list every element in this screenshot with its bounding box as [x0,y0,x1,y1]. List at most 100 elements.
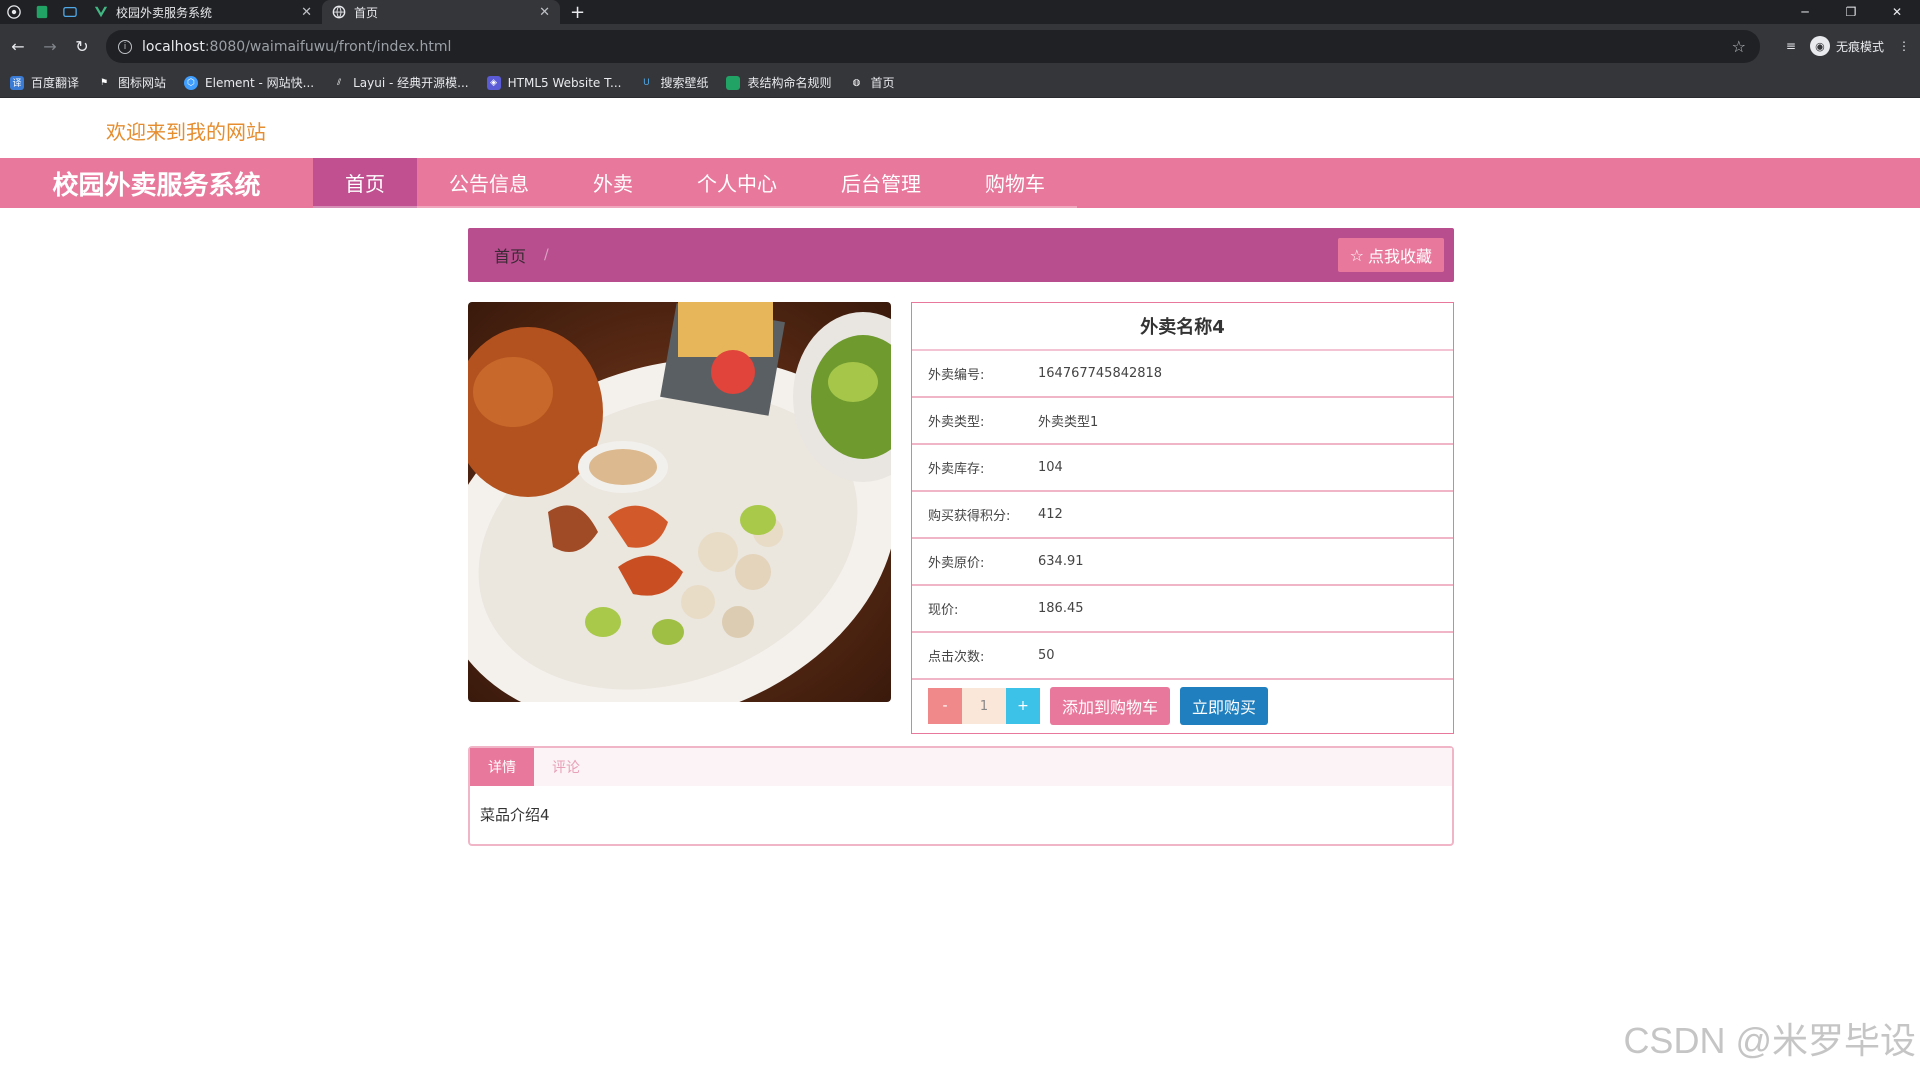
detail-row: 现价: 186.45 [912,586,1453,633]
detail-row: 外卖原价: 634.91 [912,539,1453,586]
browser-toolbar: ← → ↻ i localhost :8080/waimaifuwu/front… [0,24,1920,68]
bookmark-label: Element - 网站快... [205,76,315,90]
detail-row: 点击次数: 50 [912,633,1453,680]
row-label: 外卖库存: [928,462,985,477]
row-value: 186.45 [1038,601,1084,616]
globe-icon [332,5,346,19]
bookmark-label: 百度翻译 [31,76,80,90]
close-tab-icon[interactable]: ✕ [301,5,312,20]
browser-tab-bar: 校园外卖服务系统 ✕ 首页 ✕ + ─ ❐ ✕ [0,0,1920,24]
incognito-label: 无痕模式 [1835,39,1884,54]
nav-announcements[interactable]: 公告信息 [417,158,561,208]
element-logo-icon: ⬡ [184,75,199,90]
decrement-button[interactable]: - [928,688,962,724]
site-info-icon[interactable]: i [118,39,132,54]
close-window-icon[interactable]: ✕ [1874,0,1920,24]
main-nav: 校园外卖服务系统 首页 公告信息 外卖 个人中心 后台管理 购物车 [0,158,1920,208]
reload-icon[interactable]: ↻ [66,30,98,62]
bookmark-label: 搜索壁纸 [660,76,709,90]
breadcrumb-home[interactable]: 首页 [494,243,526,267]
tab-comments[interactable]: 评论 [534,748,598,786]
breadcrumb-separator: / [544,247,549,263]
new-tab-plus-icon[interactable]: + [570,2,585,23]
tab-campus-takeout[interactable]: 校园外卖服务系统 ✕ [84,0,322,24]
bookmark-label: 图标网站 [118,76,167,90]
flag-icon: ⚑ [99,77,109,88]
row-label: 外卖类型: [928,415,985,430]
more-menu-icon[interactable]: ⋮ [1898,39,1910,53]
detail-row: 购买获得积分: 412 [912,492,1453,539]
detail-row: 外卖库存: 104 [912,445,1453,492]
bookmark-item[interactable]: 表结构命名规则 [726,74,831,91]
url-path: :8080/waimaifuwu/front/index.html [204,38,452,55]
sheets-icon [726,75,741,90]
pinned-tab-tv-icon[interactable] [56,0,84,24]
incognito-indicator[interactable]: ◉ 无痕模式 [1809,36,1884,56]
tab-details[interactable]: 详情 [470,748,534,786]
detail-row: 外卖类型: 外卖类型1 [912,398,1453,445]
nav-cart[interactable]: 购物车 [953,158,1077,208]
favorite-label: 点我收藏 [1367,247,1432,266]
row-value: 164767745842818 [1038,366,1163,381]
bookmark-label: 表结构命名规则 [747,76,832,90]
site-brand[interactable]: 校园外卖服务系统 [0,165,313,202]
row-label: 现价: [928,603,959,618]
tab-title: 校园外卖服务系统 [116,5,213,20]
wallpaper-icon: U [643,77,650,88]
row-value: 412 [1038,507,1063,522]
back-arrow-icon[interactable]: ← [2,30,34,62]
bookmark-item[interactable]: ◍ 首页 [849,74,895,91]
page-content: 欢迎来到我的网站 校园外卖服务系统 首页 公告信息 外卖 个人中心 后台管理 购… [0,98,1920,1072]
row-label: 外卖原价: [928,556,985,571]
nav-takeout[interactable]: 外卖 [561,158,665,208]
nav-home[interactable]: 首页 [313,158,417,208]
nav-admin[interactable]: 后台管理 [809,158,953,208]
row-label: 外卖编号: [928,368,985,383]
bookmark-label: HTML5 Website T... [507,75,622,90]
star-icon: ☆ [1349,245,1364,265]
buy-now-button[interactable]: 立即购买 [1180,687,1269,725]
bookmark-item[interactable]: U 搜索壁纸 [639,74,708,91]
product-detail-card: 外卖名称4 外卖编号: 164767745842818 外卖类型: 外卖类型1 外卖… [911,302,1454,734]
minimize-icon[interactable]: ─ [1782,0,1828,24]
row-label: 购买获得积分: [928,509,1011,524]
watermark: CSDN @米罗毕设 [1623,1020,1916,1061]
globe-icon: ◍ [852,77,861,88]
forward-arrow-icon[interactable]: → [34,30,66,62]
detail-row: 外卖编号: 164767745842818 [912,351,1453,398]
quantity-input[interactable]: 1 [962,688,1006,724]
bookmarks-bar: 译百度翻译 ⚑ 图标网站 ⬡ Element - 网站快... ⫽ Layui - 经… [0,68,1920,98]
tab-home[interactable]: 首页 ✕ [322,0,560,24]
bookmark-item[interactable]: ⬡ Element - 网站快... [184,74,314,91]
html5-icon: ◈ [486,75,501,90]
incognito-icon: ◉ [1809,36,1830,56]
quantity-stepper: - 1 + [928,688,1040,724]
chrome-menu-icon[interactable] [0,0,28,24]
close-tab-icon[interactable]: ✕ [539,5,550,20]
address-bar[interactable]: i localhost :8080/waimaifuwu/front/index… [106,30,1760,63]
bookmark-label: 首页 [870,76,895,90]
bookmark-item[interactable]: ⫽ Layui - 经典开源模... [332,74,469,91]
bookmark-item[interactable]: 译百度翻译 [10,74,79,91]
product-image [468,302,891,702]
bookmark-star-icon[interactable]: ☆ [1732,37,1746,56]
add-to-cart-button[interactable]: 添加到购物车 [1050,687,1171,725]
increment-button[interactable]: + [1006,688,1040,724]
reading-list-icon[interactable]: ≡ [1786,39,1796,53]
purchase-actions: - 1 + 添加到购物车 立即购买 [912,680,1453,732]
welcome-text: 欢迎来到我的网站 [106,120,266,144]
restore-icon[interactable]: ❐ [1828,0,1874,24]
tabs-header: 详情 评论 [470,748,1452,786]
layui-logo-icon: ⫽ [337,77,342,88]
toolbar-right: ≡ ◉ 无痕模式 ⋮ [1786,24,1910,68]
pinned-tab-sheets-icon[interactable] [28,0,56,24]
favorite-button[interactable]: ☆ 点我收藏 [1337,238,1444,272]
tab-content: 菜品介绍4 [480,806,550,824]
bookmark-label: Layui - 经典开源模... [353,76,469,90]
bookmark-item[interactable]: ◈ HTML5 Website T... [486,75,622,90]
nav-profile[interactable]: 个人中心 [665,158,809,208]
row-value: 50 [1038,648,1055,663]
bookmark-item[interactable]: ⚑ 图标网站 [97,74,166,91]
breadcrumb: 首页 / ☆ 点我收藏 [468,228,1454,282]
product-name: 外卖名称4 [912,303,1453,351]
